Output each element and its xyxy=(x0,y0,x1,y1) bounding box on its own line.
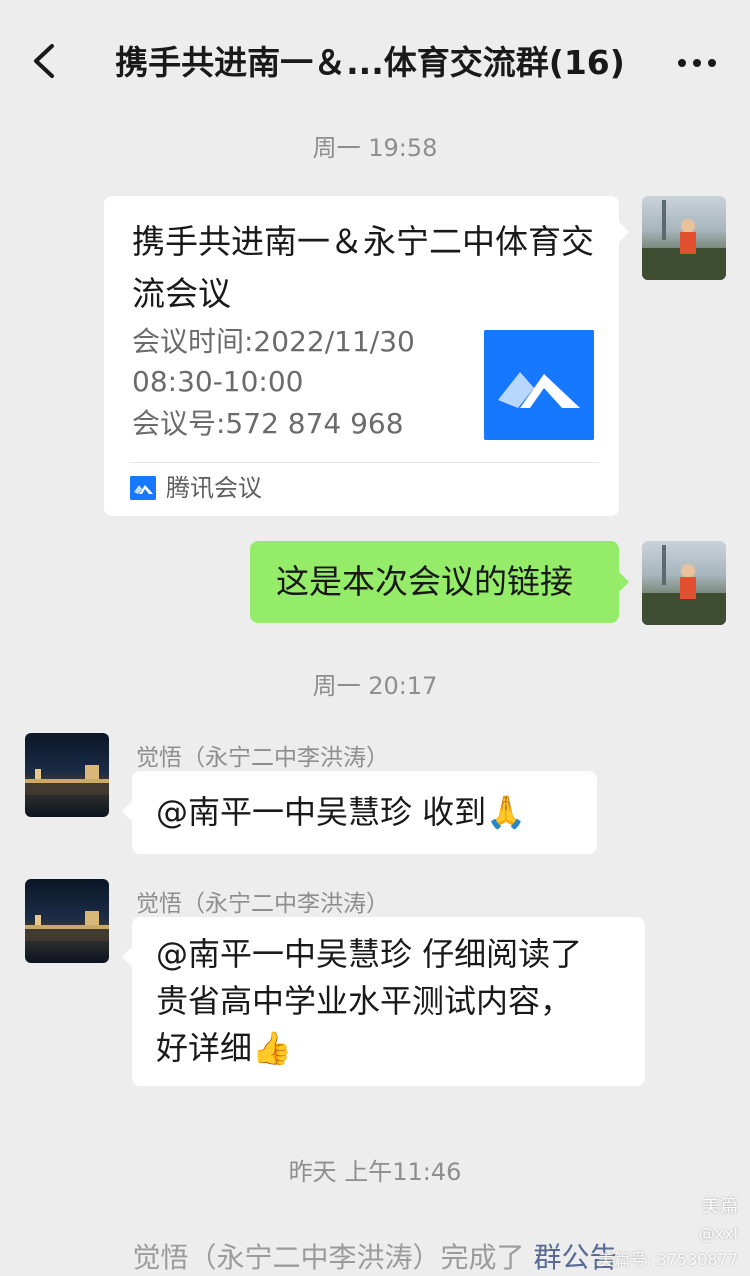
chat-title: 携手共进南一＆...体育交流群(16) xyxy=(115,43,625,82)
timestamp: 周一 20:17 xyxy=(312,672,438,700)
pray-emoji-icon: 🙏 xyxy=(486,793,527,831)
chevron-left-icon[interactable] xyxy=(22,36,72,86)
sender-name: 觉悟（永宁二中李洪涛） xyxy=(136,745,389,771)
avatar-self[interactable] xyxy=(642,541,726,625)
tencent-meeting-small-icon xyxy=(130,476,156,500)
thumbs-up-emoji-icon: 👍 xyxy=(252,1029,292,1067)
more-dots-icon[interactable] xyxy=(674,40,720,86)
sender-name: 觉悟（永宁二中李洪涛） xyxy=(136,891,389,917)
outgoing-message[interactable]: 这是本次会议的链接 xyxy=(250,541,629,623)
incoming-message-text: @南平一中吴慧珍 收到 xyxy=(156,793,487,831)
meeting-time: 会议时间:2022/11/30 xyxy=(132,325,415,358)
timestamp: 昨天 上午11:46 xyxy=(288,1158,462,1186)
bubble-tail xyxy=(619,572,629,592)
watermark-user: @xxl xyxy=(698,1224,738,1243)
watermark-brand: 美篇 xyxy=(702,1196,738,1217)
meeting-number: 会议号:572 874 968 xyxy=(132,407,404,440)
system-notice-text: 觉悟（永宁二中李洪涛）完成了 xyxy=(132,1241,534,1274)
incoming-message[interactable]: @南平一中吴慧珍 收到🙏 xyxy=(122,771,597,854)
avatar-image xyxy=(25,911,109,941)
timestamp: 周一 19:58 xyxy=(312,134,438,162)
outgoing-message-text: 这是本次会议的链接 xyxy=(276,562,573,601)
incoming-message-line: 贵省高中学业水平测试内容， xyxy=(156,982,573,1020)
incoming-message-line: 好详细 xyxy=(156,1029,253,1067)
bubble-tail xyxy=(122,801,132,821)
bubble-tail xyxy=(619,222,629,242)
avatar-image xyxy=(642,200,726,280)
incoming-message[interactable]: @南平一中吴慧珍 仔细阅读了 贵省高中学业水平测试内容， 好详细👍 xyxy=(122,917,645,1086)
watermark-id: 美篇号: 37530877 xyxy=(598,1250,738,1269)
card-source-label: 腾讯会议 xyxy=(166,474,262,502)
bubble-tail xyxy=(122,947,132,967)
meeting-card[interactable]: 携手共进南一＆永宁二中体育交流会议 会议时间:2022/11/30 08:30-… xyxy=(104,196,629,516)
card-divider xyxy=(130,462,599,463)
chat-header: 携手共进南一＆...体育交流群(16) xyxy=(0,0,750,118)
avatar-image xyxy=(642,545,726,625)
avatar-sender[interactable] xyxy=(25,879,109,963)
tencent-meeting-logo-icon xyxy=(484,330,594,440)
avatar-image xyxy=(25,765,109,795)
incoming-message-line: @南平一中吴慧珍 仔细阅读了 xyxy=(156,935,583,973)
meeting-time-range: 08:30-10:00 xyxy=(132,365,304,398)
avatar-self[interactable] xyxy=(642,196,726,280)
meeting-title: 携手共进南一＆永宁二中体育交流会议 xyxy=(132,222,594,313)
avatar-sender[interactable] xyxy=(25,733,109,817)
